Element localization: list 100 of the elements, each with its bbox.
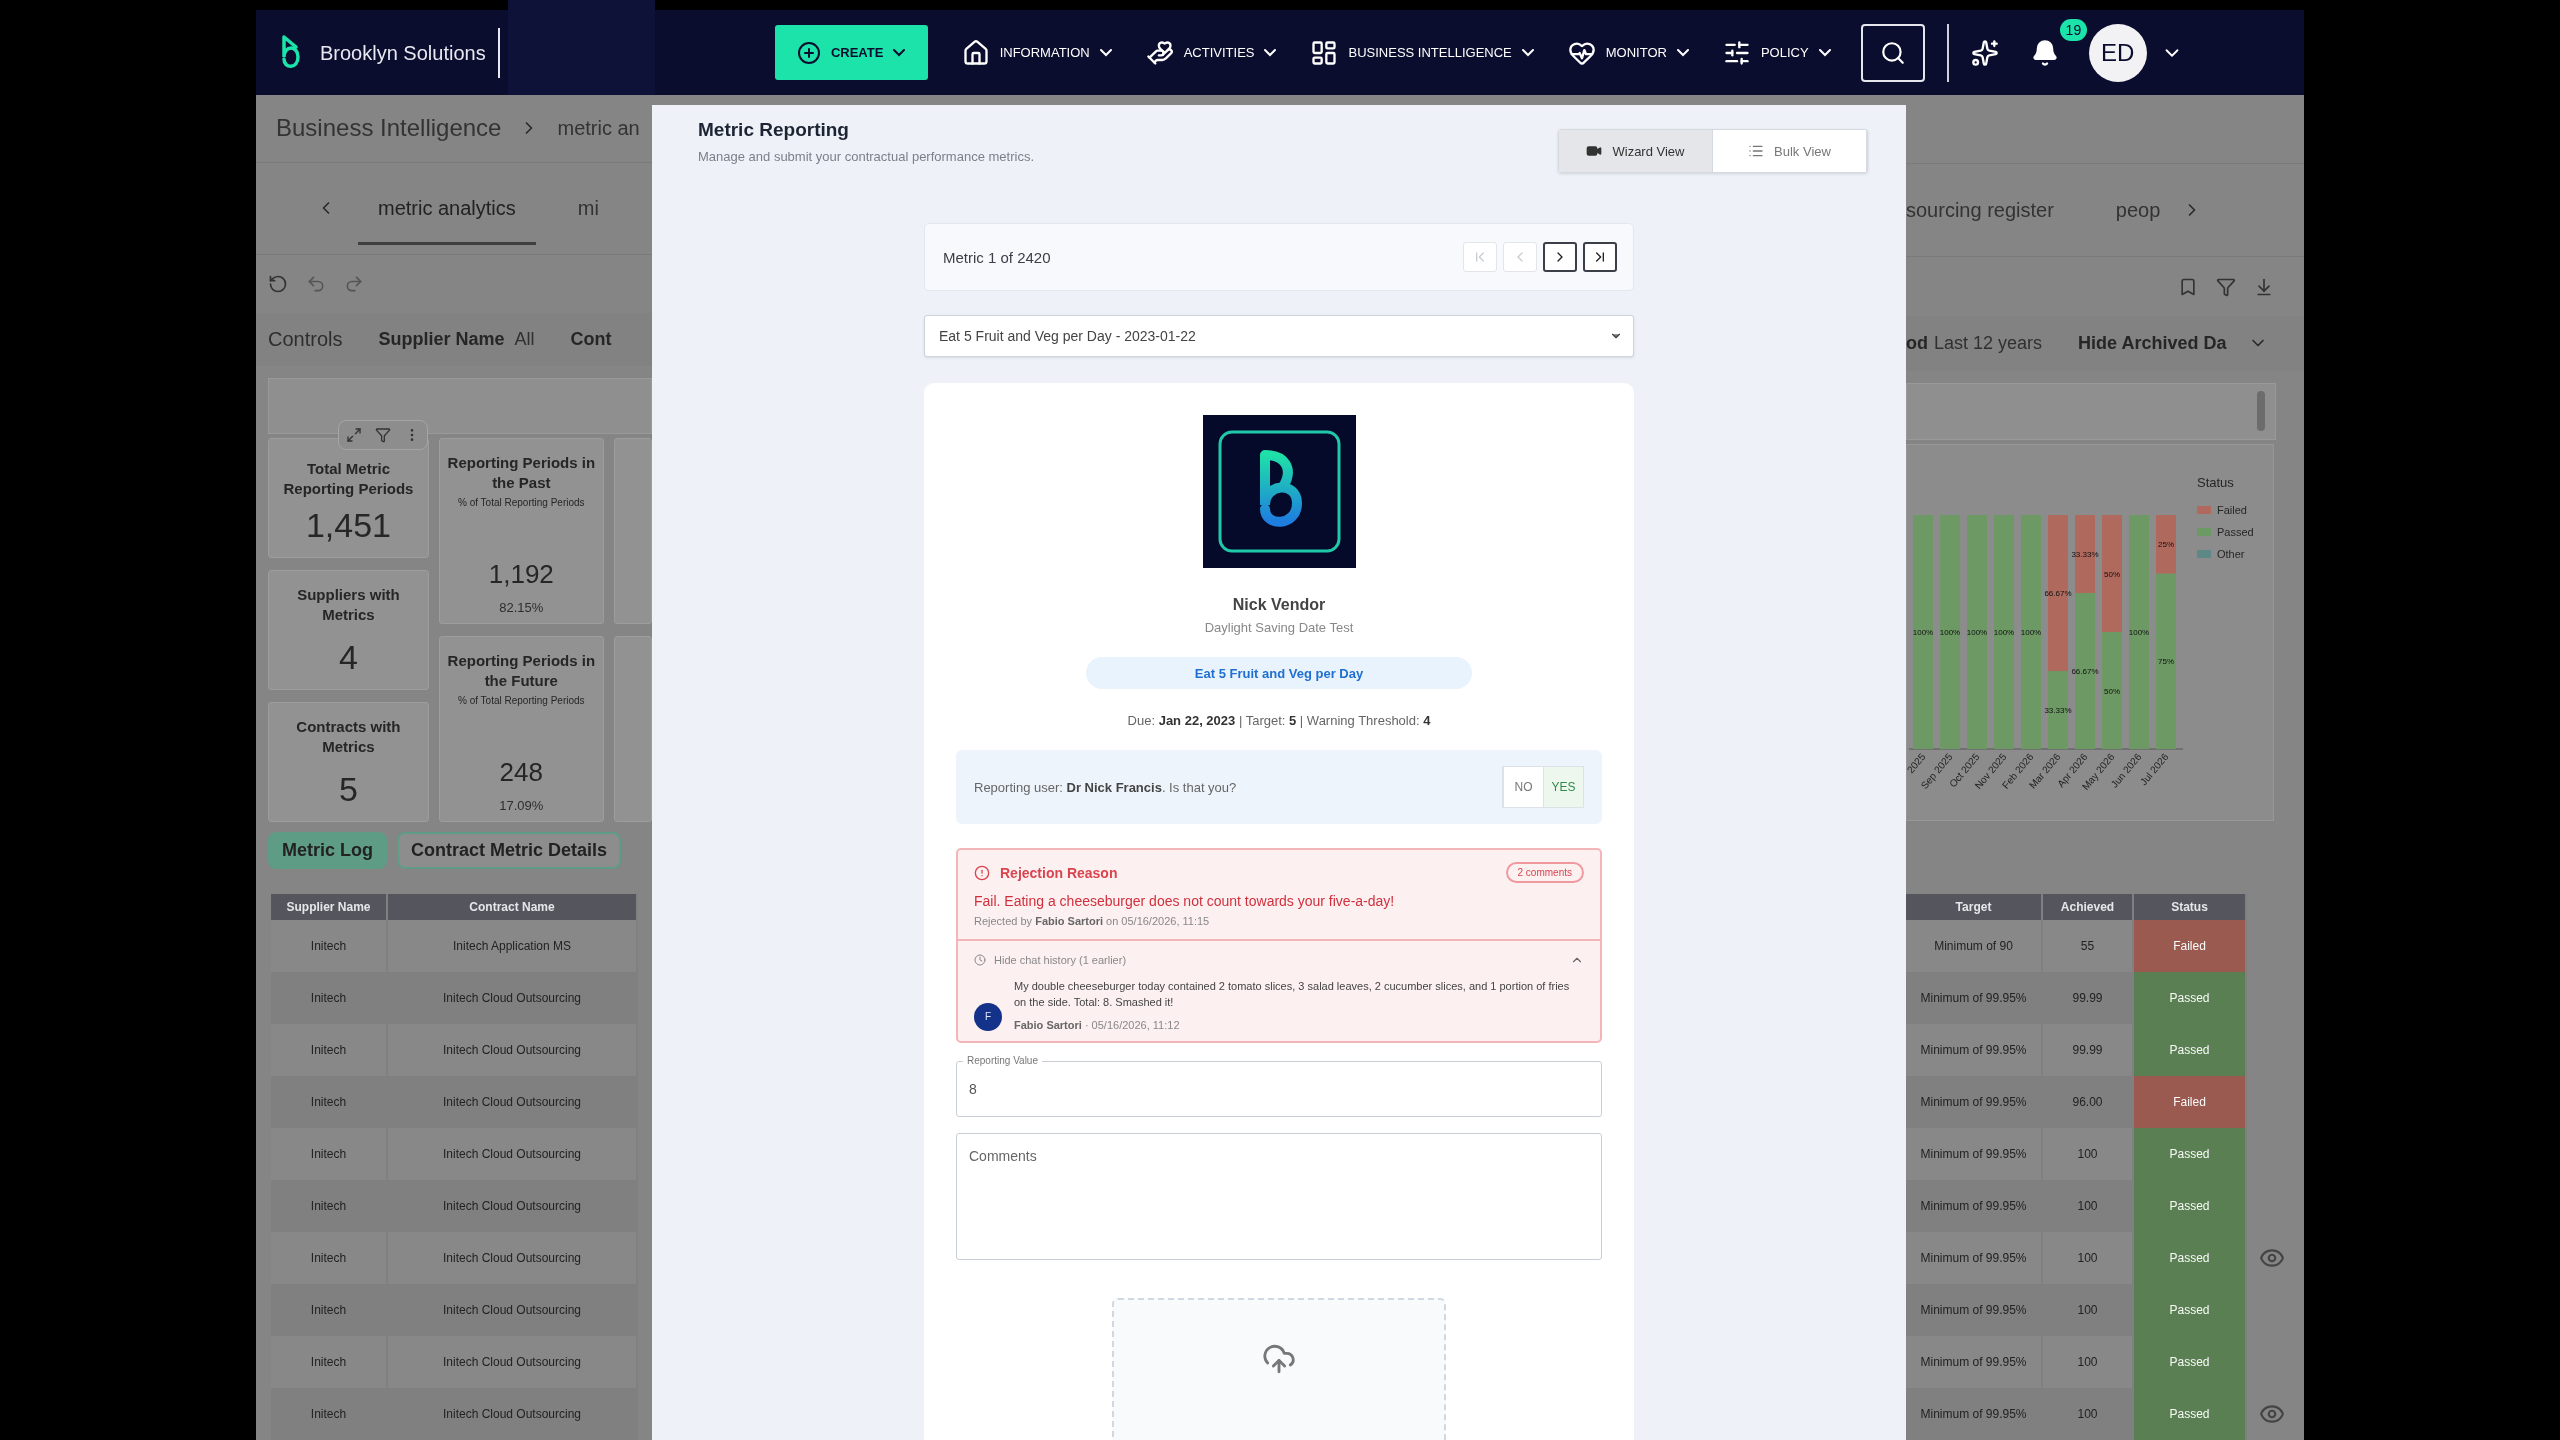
filter-icon[interactable] bbox=[2216, 276, 2236, 297]
status-cell: Failed bbox=[2133, 1076, 2246, 1128]
brand-logo-icon bbox=[280, 34, 302, 71]
status-cell: Passed bbox=[2133, 1284, 2246, 1336]
column-header: Contract Name bbox=[387, 894, 637, 920]
table-cell: 100 bbox=[2042, 1336, 2133, 1388]
download-icon[interactable] bbox=[2254, 276, 2274, 297]
bell-icon bbox=[2030, 38, 2059, 67]
breadcrumb[interactable]: metric an bbox=[557, 116, 640, 140]
caret-icon bbox=[1818, 48, 1831, 57]
user-avatar[interactable]: ED bbox=[2088, 23, 2147, 82]
caret-icon bbox=[1521, 48, 1534, 57]
view-toggle[interactable]: Wizard View bbox=[1559, 130, 1713, 172]
search-icon bbox=[1879, 39, 1906, 66]
table-cell: Initech Cloud Outsourcing bbox=[387, 1076, 637, 1128]
status-cell: Passed bbox=[2133, 1336, 2246, 1388]
kpi-share: 82.15% bbox=[499, 600, 544, 615]
status-cell: Passed bbox=[2133, 1388, 2246, 1440]
filter-value[interactable]: All bbox=[514, 328, 535, 350]
dialog-subtitle: Manage and submit your contractual performance metrics. bbox=[698, 149, 1034, 164]
notifications-button[interactable] bbox=[2030, 38, 2059, 67]
metric-select[interactable]: Eat 5 Fruit and Veg per Day - 2023-01-22 bbox=[924, 315, 1634, 357]
kpi-value: 4 bbox=[339, 638, 358, 677]
scrollbar[interactable] bbox=[2257, 391, 2265, 432]
table-cell: Initech Cloud Outsourcing bbox=[387, 1024, 637, 1076]
answer-button[interactable]: NO bbox=[1503, 767, 1543, 807]
due-line: Due: Jan 22, 2023 | Target: 5 | Warning Threshold: 4 bbox=[1127, 713, 1431, 728]
tab[interactable]: sourcing register bbox=[1906, 176, 2074, 247]
chat-history-toggle[interactable]: Hide chat history (1 earlier) bbox=[958, 941, 1600, 973]
filter-icon[interactable] bbox=[375, 427, 391, 443]
view-toggle[interactable]: Bulk View bbox=[1713, 130, 1867, 172]
table-cell: Initech bbox=[271, 1284, 387, 1336]
kpi-value: 1,451 bbox=[305, 506, 391, 545]
nav-menu[interactable]: BUSINESS INTELLIGENCE bbox=[1310, 38, 1534, 67]
kpi-title: Total Metric Reporting Periods bbox=[282, 459, 415, 500]
next-button[interactable] bbox=[1543, 242, 1577, 272]
tab[interactable]: peop bbox=[2095, 176, 2181, 247]
table-cell: Initech bbox=[271, 1128, 387, 1180]
nav-menu[interactable]: INFORMATION bbox=[961, 38, 1112, 67]
filter-label[interactable]: Cont bbox=[570, 328, 612, 350]
filter-label[interactable]: od bbox=[1906, 332, 1928, 354]
data-label: 50% bbox=[2104, 569, 2120, 579]
comments-field[interactable]: Comments bbox=[956, 1132, 1602, 1260]
hand-heart-icon bbox=[1145, 38, 1174, 67]
clock-icon bbox=[974, 954, 986, 966]
expand-icon[interactable] bbox=[345, 427, 362, 443]
table-cell: 96.00 bbox=[2042, 1076, 2133, 1128]
kpi-subtitle: % of Total Reporting Periods bbox=[458, 695, 585, 707]
caret-icon bbox=[1099, 48, 1112, 57]
column-header: Supplier Name bbox=[271, 894, 387, 920]
table-cell: Initech bbox=[271, 1388, 387, 1440]
chat-message: My double cheeseburger today contained 2 tomato slices, 3 salad leaves, 2 cucumber slices, and 1 portion of fries on the side. Total: 8. Smashed it! bbox=[1014, 979, 1571, 1010]
legend-label: Failed bbox=[2217, 503, 2247, 516]
tab[interactable]: metric analytics bbox=[358, 174, 536, 245]
table-cell: 100 bbox=[2042, 1284, 2133, 1336]
nav-menu[interactable]: POLICY bbox=[1722, 38, 1831, 67]
tab[interactable]: mi bbox=[557, 174, 619, 245]
table-cell: Minimum of 99.95% bbox=[1906, 972, 2042, 1024]
table-cell: 99.99 bbox=[2042, 972, 2133, 1024]
caret-icon bbox=[1676, 48, 1689, 57]
bookmark-icon[interactable] bbox=[2178, 276, 2198, 297]
nav-menu[interactable]: ACTIVITIES bbox=[1145, 38, 1277, 67]
data-label: 100% bbox=[1993, 627, 2015, 637]
sub-tab[interactable]: Contract Metric Details bbox=[397, 832, 622, 870]
rejection-reason: Fail. Eating a cheeseburger does not count towards your five-a-day! bbox=[974, 893, 1396, 909]
create-button[interactable]: CREATE bbox=[774, 25, 928, 80]
data-label: 33.33% bbox=[2071, 549, 2099, 559]
reset-icon[interactable] bbox=[268, 273, 288, 294]
table-cell: Initech Cloud Outsourcing bbox=[387, 1232, 637, 1284]
answer-button[interactable]: YES bbox=[1543, 767, 1583, 807]
kpi-subtitle: % of Total Reporting Periods bbox=[458, 497, 585, 509]
rejection-meta: Rejected by Fabio Sartori on 05/16/2026, 11:15 bbox=[974, 915, 1211, 927]
sub-tab[interactable]: Metric Log bbox=[268, 832, 387, 870]
table-cell: Minimum of 99.95% bbox=[1906, 1284, 2042, 1336]
nav-menu[interactable]: MONITOR bbox=[1567, 38, 1689, 67]
plus-icon bbox=[796, 40, 821, 65]
dashboard-icon bbox=[1310, 38, 1339, 67]
table-cell: Initech bbox=[271, 1024, 387, 1076]
table-cell: 55 bbox=[2042, 920, 2133, 972]
table-cell: Initech Cloud Outsourcing bbox=[387, 1336, 637, 1388]
search-button[interactable] bbox=[1860, 23, 1925, 82]
data-label: 50% bbox=[2104, 686, 2120, 696]
camera-icon bbox=[1586, 143, 1603, 159]
breadcrumb[interactable]: Business Intelligence bbox=[276, 114, 502, 143]
table-cell: Minimum of 99.95% bbox=[1906, 1128, 2042, 1180]
redo-icon[interactable] bbox=[344, 273, 364, 294]
legend-title: Status bbox=[2197, 474, 2235, 490]
metric-name: Eat 5 Fruit and Veg per Day bbox=[1086, 657, 1472, 689]
table-cell: Initech Application MS bbox=[387, 920, 637, 972]
kpi-title: Reporting Periods in the Past bbox=[446, 453, 597, 494]
sparkle-button[interactable] bbox=[1970, 38, 1999, 67]
kpi-share: 17.09% bbox=[499, 798, 544, 813]
vendor-name: Nick Vendor bbox=[1232, 596, 1326, 614]
filter-label[interactable]: Supplier Name bbox=[378, 328, 505, 350]
data-label: 100% bbox=[1966, 627, 1988, 637]
undo-icon[interactable] bbox=[306, 273, 326, 294]
filter-value[interactable]: Last 12 years bbox=[1934, 332, 2043, 354]
last-page-button[interactable] bbox=[1583, 242, 1617, 272]
filter-label[interactable]: Hide Archived Da bbox=[2078, 332, 2227, 354]
status-cell: Passed bbox=[2133, 1180, 2246, 1232]
